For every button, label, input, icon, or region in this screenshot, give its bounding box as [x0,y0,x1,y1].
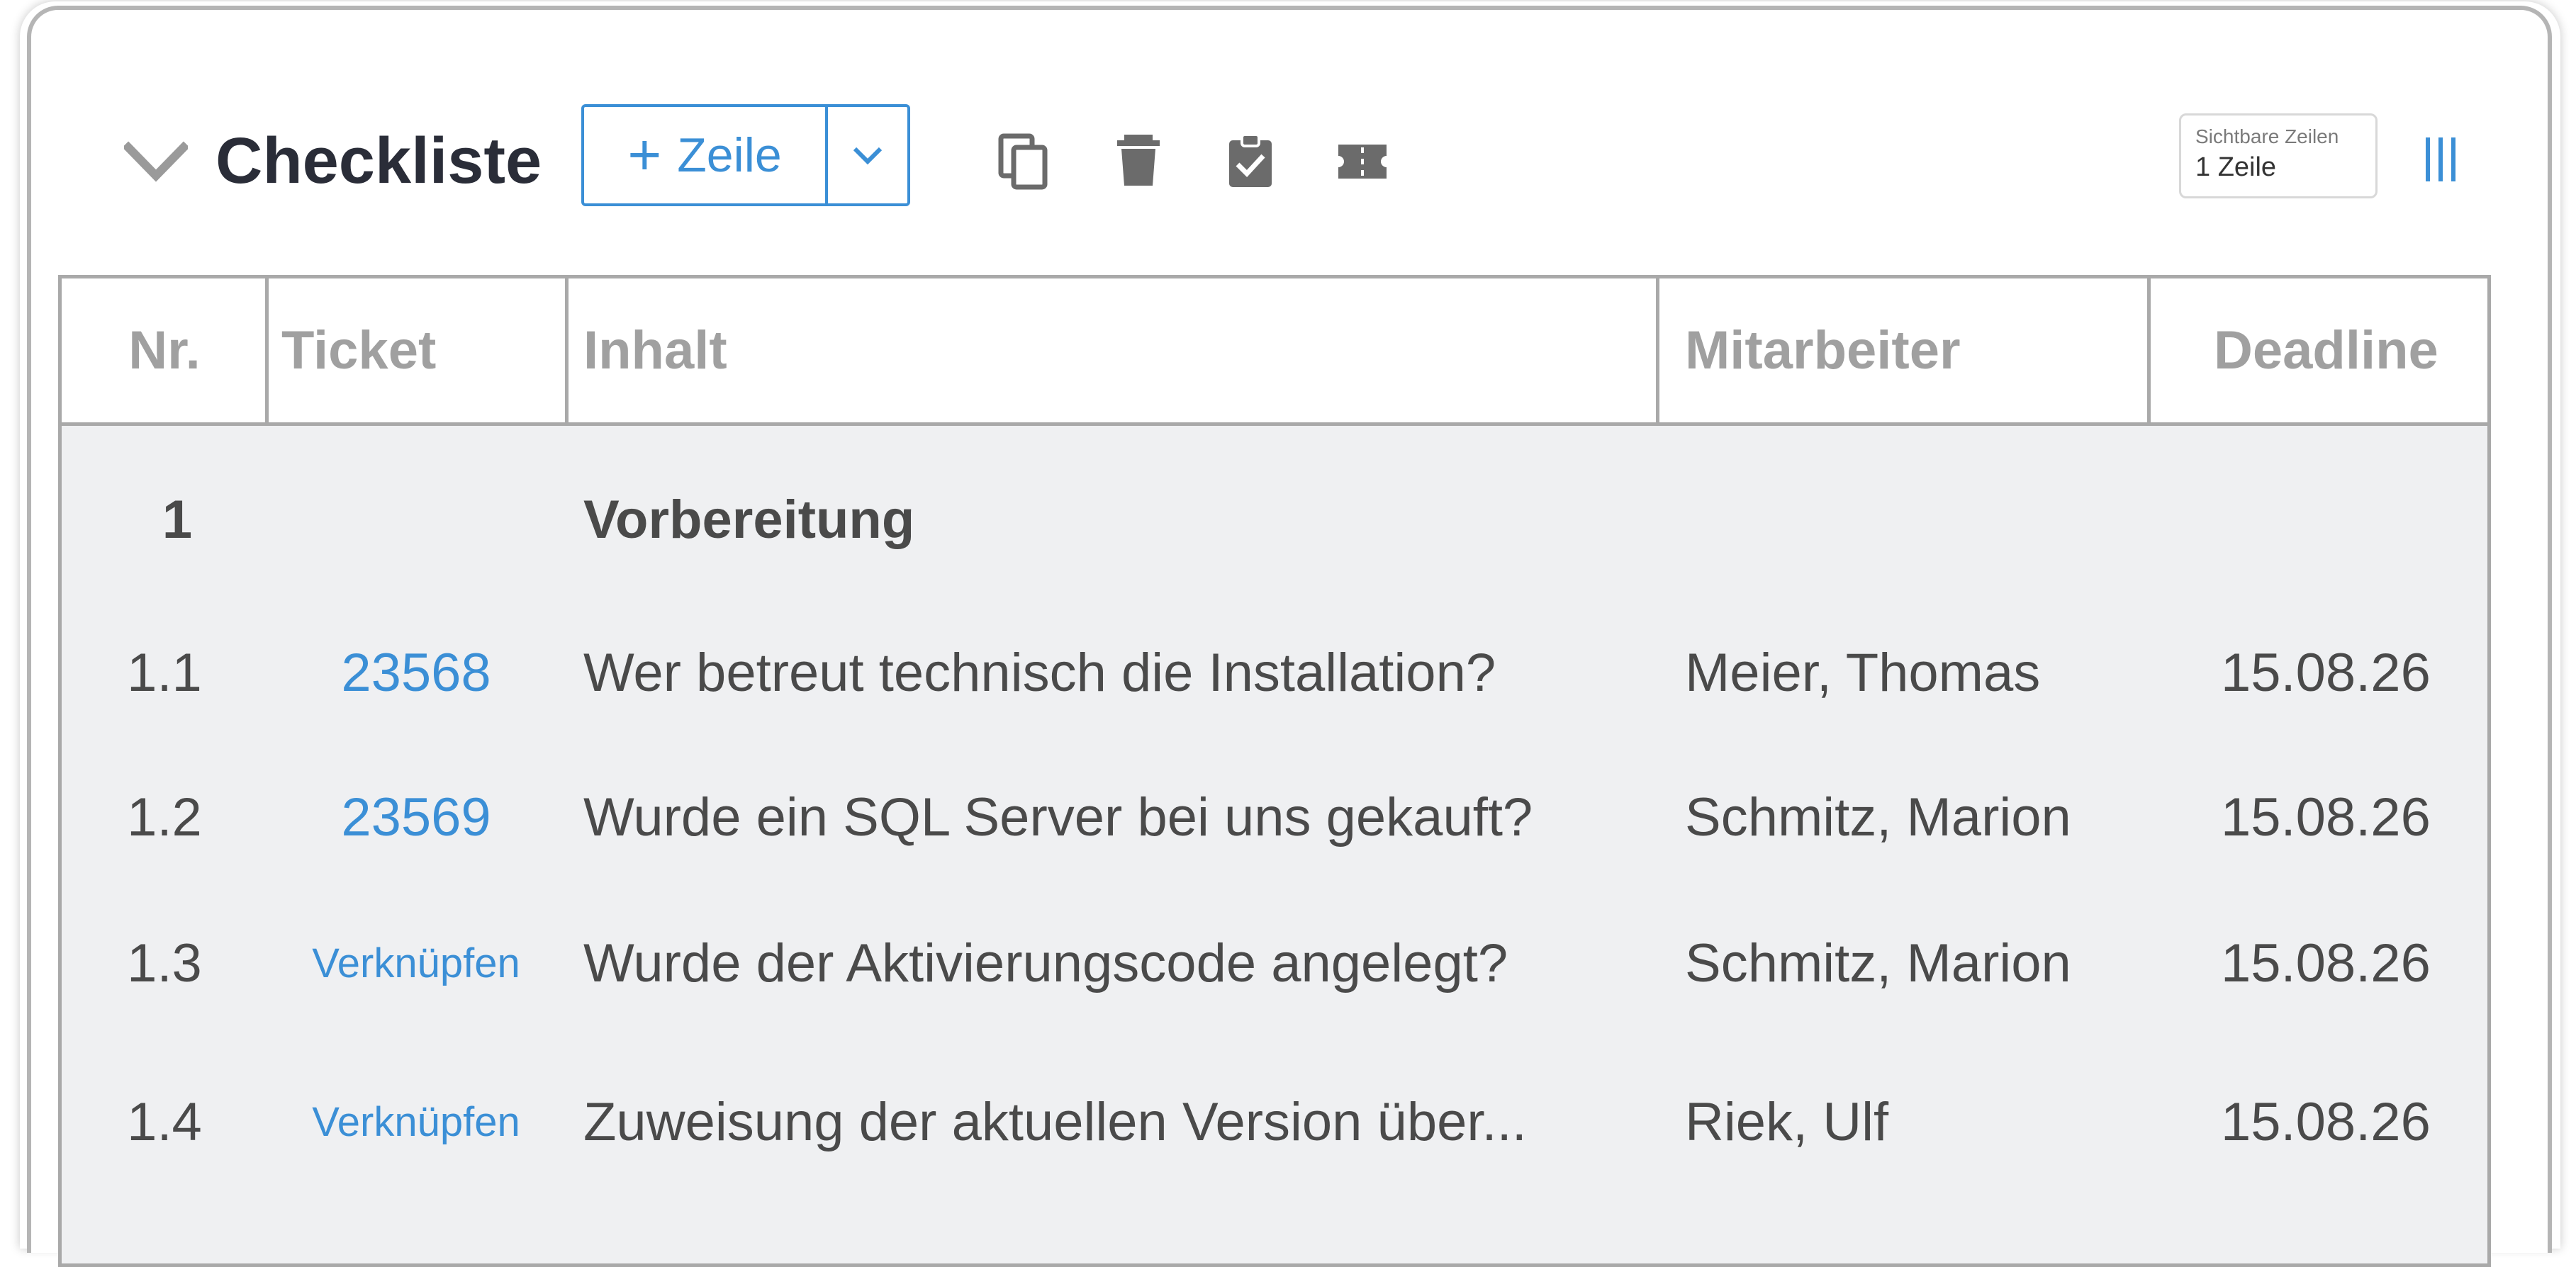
column-header-nr[interactable]: Nr. [62,278,267,422]
row-deadline: 15.08.26 [2221,787,2431,848]
column-header-deadline[interactable]: Deadline [2214,278,2438,422]
ticket-link[interactable]: 23568 [341,642,491,704]
visible-rows-label: Sichtbare Zeilen [2195,125,2339,147]
collapse-chevron-icon[interactable] [122,140,190,190]
checklist-table: Nr. Ticket Inhalt Mitarbeiter Deadline 1… [58,275,2491,1267]
row-content: Wurde ein SQL Server bei uns gekauft? [583,787,1533,848]
row-nr: 1 [162,489,193,550]
column-divider [265,278,269,422]
row-employee: Schmitz, Marion [1685,787,2071,848]
table-row[interactable]: 1.3 Verknüpfen Wurde der Aktivierungscod… [62,892,2487,1034]
table-header: Nr. Ticket Inhalt Mitarbeiter Deadline [62,278,2487,426]
add-row-label: Zeile [677,128,782,182]
column-header-content[interactable]: Inhalt [583,278,727,422]
add-row-button[interactable]: + Zeile [584,107,828,203]
column-header-ticket[interactable]: Ticket [281,278,436,422]
row-employee: Schmitz, Marion [1685,933,2071,993]
row-nr: 1.4 [127,1091,202,1152]
table-row[interactable]: 1.4 Verknüpfen Zuweisung der aktuellen V… [62,1051,2487,1193]
column-divider [565,278,569,422]
page-title: Checkliste [215,125,542,197]
plus-icon: + [627,123,662,187]
add-row-dropdown-button[interactable] [828,107,907,203]
visible-rows-value: 1 Zeile [2195,152,2277,182]
column-header-employee[interactable]: Mitarbeiter [1685,278,1961,422]
table-row-group[interactable]: 1 Vorbereitung [62,449,2487,590]
table-row[interactable]: 1.1 23568 Wer betreut technisch die Inst… [62,602,2487,743]
row-nr: 1.2 [127,787,202,848]
columns-icon[interactable] [2423,135,2458,184]
clipboard-check-icon[interactable] [1225,133,1276,190]
column-divider [2147,278,2151,422]
link-ticket-button[interactable]: Verknüpfen [312,940,520,987]
copy-icon[interactable] [998,133,1049,190]
chevron-down-icon [853,147,883,165]
row-deadline: 15.08.26 [2221,933,2431,993]
delete-icon[interactable] [1113,133,1164,190]
row-nr: 1.1 [127,642,202,703]
row-ticket: Verknüpfen [267,892,565,1034]
ticket-icon[interactable] [1337,133,1388,190]
row-ticket: 23568 [267,602,565,743]
add-row-split-button: + Zeile [581,104,910,206]
ticket-link[interactable]: 23569 [341,787,491,848]
row-content: Wer betreut technisch die Installation? [583,642,1496,703]
row-deadline: 15.08.26 [2221,642,2431,703]
row-ticket: Verknüpfen [267,1051,565,1193]
table-row[interactable]: 1.2 23569 Wurde ein SQL Server bei uns g… [62,746,2487,888]
link-ticket-button[interactable]: Verknüpfen [312,1098,520,1146]
row-ticket: 23569 [267,746,565,888]
row-deadline: 15.08.26 [2221,1091,2431,1152]
row-employee: Meier, Thomas [1685,642,2041,703]
row-content: Wurde der Aktivierungscode angelegt? [583,933,1508,993]
row-content: Zuweisung der aktuellen Version über... [583,1091,1527,1152]
row-employee: Riek, Ulf [1685,1091,1889,1152]
row-content: Vorbereitung [583,489,915,550]
visible-rows-select[interactable]: Sichtbare Zeilen 1 Zeile [2179,113,2378,198]
column-divider [1656,278,1659,422]
row-nr: 1.3 [127,933,202,993]
